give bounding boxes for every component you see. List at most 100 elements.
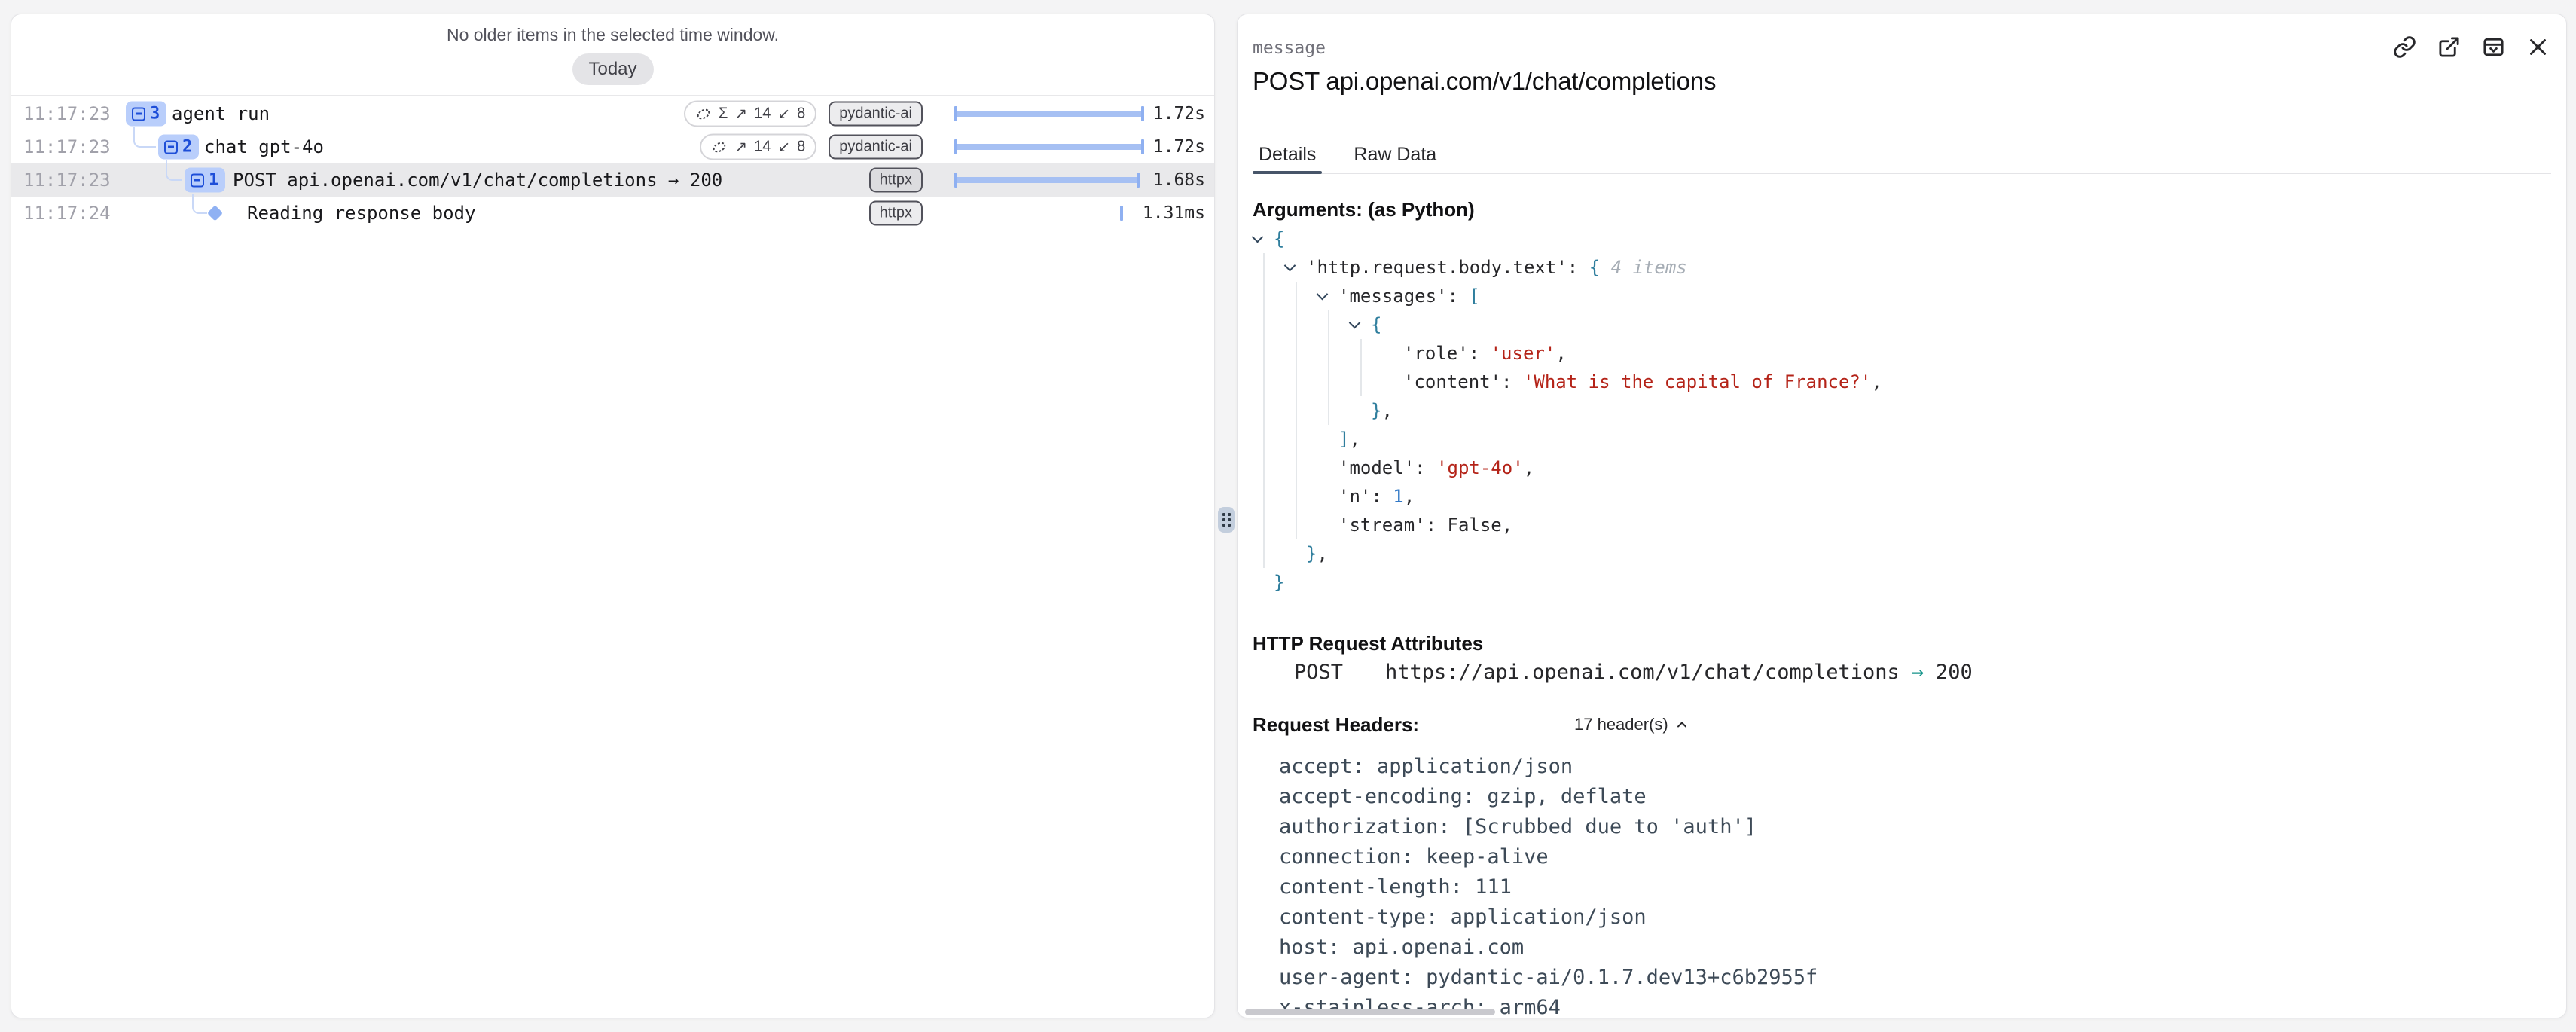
code-token: { <box>1274 228 1284 249</box>
code-token: 'content' <box>1403 371 1501 392</box>
request-header-line: user-agent: pydantic-ai/0.1.7.dev13+c6b2… <box>1279 962 1818 992</box>
collapse-caret-icon[interactable] <box>1252 231 1264 243</box>
code-token: } <box>1306 543 1317 564</box>
code-token: , <box>1502 514 1512 536</box>
tab-details[interactable]: Details <box>1253 137 1322 173</box>
span-row[interactable]: 11:17:233agent runΣ↗14↙8pydantic-ai1.72s <box>11 97 1214 130</box>
duration-bar <box>955 173 1145 188</box>
code-token: 'n' <box>1338 486 1371 507</box>
collapse-badge[interactable]: 1 <box>185 168 225 193</box>
child-count: 1 <box>209 171 218 190</box>
open-external-icon[interactable] <box>2437 35 2461 59</box>
input-tokens-arrow-icon: ↗ <box>734 138 747 157</box>
code-token: , <box>1871 371 1882 392</box>
code-token: 'stream' <box>1338 514 1426 536</box>
scope-tag: httpx <box>869 201 923 226</box>
request-header-line: content-length: 111 <box>1279 872 1512 902</box>
duration-value: 1.72s <box>1153 104 1205 124</box>
tab-raw-data[interactable]: Raw Data <box>1348 137 1442 173</box>
duration-value: 1.31ms <box>1143 203 1205 223</box>
code-token: 'model' <box>1338 457 1415 478</box>
code-token: : <box>1415 457 1436 478</box>
collapse-badge[interactable]: 3 <box>126 102 166 127</box>
chevron-up-icon <box>1674 717 1689 732</box>
close-icon[interactable] <box>2526 35 2550 59</box>
detail-title: POST api.openai.com/v1/chat/completions <box>1253 67 1716 96</box>
detail-panel: message POST api.openai.com/v1/chat/comp… <box>1237 14 2567 1018</box>
code-line: }, <box>1306 539 1328 568</box>
headers-count-toggle[interactable]: 17 header(s) <box>1574 715 1689 734</box>
row-timestamp: 11:17:23 <box>23 103 111 124</box>
span-label: Reading response body <box>247 203 475 224</box>
input-tokens: 14 <box>754 139 771 156</box>
empty-timeline-message: No older items in the selected time wind… <box>11 25 1214 45</box>
timeline-panel: No older items in the selected time wind… <box>11 14 1215 1018</box>
span-row[interactable]: 11:17:232chat gpt-4o↗14↙8pydantic-ai1.72… <box>11 130 1214 163</box>
collapse-badge[interactable]: 2 <box>158 135 199 160</box>
scope-tag: pydantic-ai <box>829 102 923 127</box>
code-token: , <box>1555 343 1566 364</box>
span-label: POST api.openai.com/v1/chat/completions … <box>233 169 722 191</box>
collapse-square-minus-icon <box>164 140 178 154</box>
today-button[interactable]: Today <box>572 53 653 85</box>
code-line: }, <box>1371 396 1393 425</box>
span-row[interactable]: 11:17:231POST api.openai.com/v1/chat/com… <box>11 163 1214 197</box>
collapse-caret-icon[interactable] <box>1317 289 1329 301</box>
code-token: 'gpt-4o' <box>1436 457 1524 478</box>
output-tokens: 8 <box>797 139 805 156</box>
code-token: [ <box>1469 285 1479 307</box>
collapse-square-minus-icon <box>191 173 204 187</box>
code-line: 'n': 1, <box>1338 482 1415 511</box>
code-token: 'messages' <box>1338 285 1448 307</box>
indent-guide <box>1296 282 1297 539</box>
horizontal-scrollbar-thumb[interactable] <box>1245 1009 1495 1015</box>
collapse-caret-icon[interactable] <box>1284 260 1296 272</box>
timeline-header: No older items in the selected time wind… <box>11 14 1214 96</box>
row-timestamp: 11:17:24 <box>23 203 111 224</box>
child-count: 2 <box>182 138 192 157</box>
duration-value: 1.72s <box>1153 137 1205 157</box>
input-tokens: 14 <box>754 105 771 123</box>
duration-value: 1.68s <box>1153 170 1205 190</box>
collapse-square-minus-icon <box>132 107 145 121</box>
http-method: POST <box>1294 661 1343 684</box>
code-token: : <box>1448 285 1470 307</box>
code-line: 'content': 'What is the capital of Franc… <box>1403 368 1882 396</box>
scope-tag: httpx <box>869 168 923 193</box>
dock-panel-icon[interactable] <box>2482 35 2505 59</box>
collapse-caret-icon[interactable] <box>1349 317 1361 329</box>
scope-tag: pydantic-ai <box>829 135 923 160</box>
token-usage-pill[interactable]: Σ↗14↙8 <box>684 101 816 127</box>
status-arrow-icon: → <box>1912 661 1924 684</box>
code-token: : <box>1371 486 1393 507</box>
indent-guide <box>1328 310 1329 425</box>
row-pills: Σ↗14↙8pydantic-ai <box>684 101 923 127</box>
token-coin-icon <box>695 105 712 122</box>
http-status-code: 200 <box>1936 661 1973 684</box>
span-label: agent run <box>172 103 270 124</box>
code-token: , <box>1381 400 1392 421</box>
code-line: 'messages': [ <box>1338 282 1480 310</box>
http-url: https://api.openai.com/v1/chat/completio… <box>1385 661 1900 684</box>
link-icon[interactable] <box>2393 35 2416 59</box>
token-usage-pill[interactable]: ↗14↙8 <box>700 134 816 160</box>
sum-sigma-icon: Σ <box>719 105 728 123</box>
indent-guide <box>1263 253 1265 568</box>
code-line: { <box>1274 224 1284 253</box>
tree-connector <box>166 160 182 181</box>
code-token: } <box>1371 400 1381 421</box>
code-token: { <box>1371 314 1381 335</box>
span-label: chat gpt-4o <box>204 136 324 157</box>
code-token: 'http.request.body.text' <box>1306 257 1567 278</box>
headers-count-label: 17 header(s) <box>1574 715 1668 734</box>
indent-guide <box>1360 339 1362 396</box>
request-header-line: connection: keep-alive <box>1279 841 1549 872</box>
duration-bar <box>955 206 1145 221</box>
panel-resize-handle[interactable] <box>1218 507 1235 533</box>
code-token: , <box>1349 429 1360 450</box>
code-line: ], <box>1338 425 1360 453</box>
code-line: } <box>1274 568 1284 597</box>
output-tokens-arrow-icon: ↙ <box>777 105 790 124</box>
http-request-line: POST https://api.openai.com/v1/chat/comp… <box>1294 661 1973 684</box>
http-attributes-heading: HTTP Request Attributes <box>1253 632 1483 655</box>
